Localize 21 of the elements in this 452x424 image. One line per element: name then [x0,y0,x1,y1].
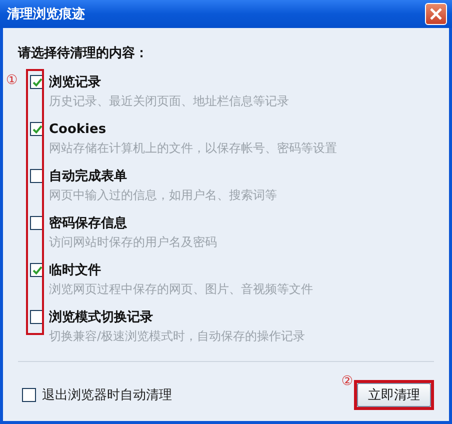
option-description: 切换兼容/极速浏览模式时，自动保存的操作记录 [48,328,306,345]
option-description: 网站存储在计算机上的文件，以保存帐号、密码等设置 [48,140,338,157]
option-description: 网页中输入过的信息，如用户名、搜索词等 [48,187,278,204]
annotation-number: ① [6,73,18,88]
option-title: 密码保存信息 [49,214,127,232]
window-title: 清理浏览痕迹 [7,6,86,23]
checkbox[interactable] [22,388,36,402]
close-button[interactable] [425,3,447,25]
option-description: 浏览网页过程中保存的网页、图片、音视频等文件 [48,281,314,298]
option-title: 自动完成表单 [49,168,127,185]
clean-now-button[interactable]: 立即清理 [357,383,431,407]
option-title: 临时文件 [49,262,101,279]
option-title: 浏览模式切换记录 [49,308,153,326]
option-description: 历史记录、最近关闭页面、地址栏信息等记录 [48,93,290,110]
section-heading: 请选择待清理的内容： [18,44,149,63]
option-title: 浏览记录 [49,74,101,91]
close-icon [430,8,442,20]
checkbox-label: 退出浏览器时自动清理 [42,387,172,404]
option-description: 访问网站时保存的用户名及密码 [48,234,218,251]
option-title: Cookies [49,122,106,136]
annotation-number: ② [341,374,353,389]
